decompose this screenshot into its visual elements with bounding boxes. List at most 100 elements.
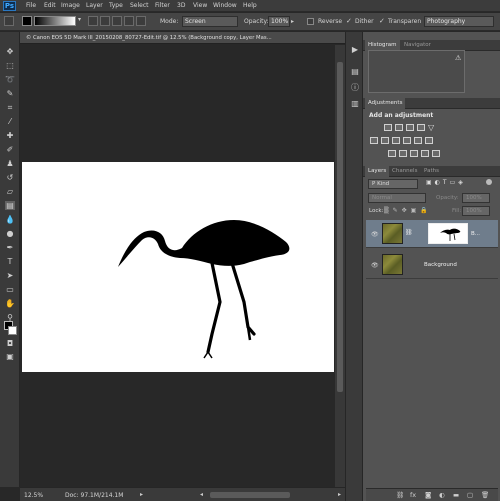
- curves-icon[interactable]: [406, 124, 414, 131]
- gradient-preview[interactable]: [34, 16, 76, 26]
- brush-tool-icon[interactable]: ✐: [5, 145, 15, 154]
- gradient-dropdown-icon[interactable]: ▾: [78, 16, 81, 23]
- tab-paths[interactable]: Paths: [421, 166, 442, 177]
- blend-mode-select[interactable]: Normal: [368, 193, 426, 203]
- menu-3d[interactable]: 3D: [177, 2, 185, 9]
- warning-icon[interactable]: ⚠: [455, 54, 461, 62]
- radial-gradient-icon[interactable]: [100, 16, 110, 26]
- invert-icon[interactable]: [388, 150, 396, 157]
- marquee-tool-icon[interactable]: ⬚: [5, 61, 15, 70]
- lasso-tool-icon[interactable]: ➰: [5, 75, 15, 84]
- gradient-map-icon[interactable]: [421, 150, 429, 157]
- healing-brush-tool-icon[interactable]: ✚: [5, 131, 15, 140]
- image-canvas[interactable]: [22, 162, 334, 372]
- levels-icon[interactable]: [395, 124, 403, 131]
- layer-name[interactable]: Background: [424, 262, 457, 268]
- threshold-icon[interactable]: [410, 150, 418, 157]
- layer-row-background[interactable]: 👁 Background: [366, 251, 498, 279]
- menu-type[interactable]: Type: [109, 2, 123, 9]
- posterize-icon[interactable]: [399, 150, 407, 157]
- menu-file[interactable]: File: [26, 2, 36, 9]
- lock-icons[interactable]: ▒✎✥▣🔒: [384, 207, 432, 214]
- new-group-icon[interactable]: ▬: [453, 491, 459, 499]
- eraser-tool-icon[interactable]: ▱: [5, 187, 15, 196]
- add-mask-icon[interactable]: ◙: [425, 491, 431, 499]
- layer-mask-thumbnail[interactable]: [428, 223, 468, 244]
- menu-window[interactable]: Window: [213, 2, 237, 9]
- menu-image[interactable]: Image: [61, 2, 80, 9]
- vertical-scroll-thumb[interactable]: [337, 62, 343, 392]
- screen-mode-icon[interactable]: ▣: [5, 352, 15, 361]
- tab-layers[interactable]: Layers: [365, 166, 390, 177]
- scroll-right-icon[interactable]: ▸: [338, 491, 341, 498]
- background-color-swatch[interactable]: [8, 326, 17, 335]
- rectangle-tool-icon[interactable]: ▭: [5, 285, 15, 294]
- dodge-tool-icon[interactable]: ●: [5, 229, 15, 238]
- play-icon[interactable]: ▶: [349, 44, 361, 56]
- menu-select[interactable]: Select: [130, 2, 149, 9]
- layer-style-icon[interactable]: fx: [410, 491, 416, 499]
- menu-help[interactable]: Help: [243, 2, 257, 9]
- color-lookup-icon[interactable]: [425, 137, 433, 144]
- pen-tool-icon[interactable]: ✒: [5, 243, 15, 252]
- reflected-gradient-icon[interactable]: [124, 16, 134, 26]
- menu-layer[interactable]: Layer: [86, 2, 103, 9]
- tab-channels[interactable]: Channels: [389, 166, 420, 177]
- exposure-icon[interactable]: [417, 124, 425, 131]
- selective-color-icon[interactable]: [432, 150, 440, 157]
- opacity-dropdown-icon[interactable]: ▸: [291, 18, 294, 25]
- filter-toggle-icon[interactable]: [486, 179, 492, 185]
- dither-checkbox[interactable]: ✓: [346, 17, 352, 25]
- hue-saturation-icon[interactable]: [370, 137, 378, 144]
- menu-edit[interactable]: Edit: [44, 2, 56, 9]
- menu-filter[interactable]: Filter: [155, 2, 170, 9]
- brightness-contrast-icon[interactable]: [384, 124, 392, 131]
- channel-mixer-icon[interactable]: [414, 137, 422, 144]
- eye-icon[interactable]: 👁: [371, 231, 379, 238]
- zoom-level[interactable]: 12.5%: [24, 492, 43, 499]
- horizontal-scroll-thumb[interactable]: [210, 492, 290, 498]
- scroll-left-icon[interactable]: ◂: [200, 491, 203, 498]
- fill-input[interactable]: 100%: [462, 206, 490, 216]
- type-tool-icon[interactable]: T: [5, 257, 15, 266]
- layer-opacity-input[interactable]: 100%: [462, 193, 490, 203]
- foreground-swatch[interactable]: [22, 16, 32, 26]
- crop-tool-icon[interactable]: ⌗: [5, 103, 15, 112]
- new-layer-icon[interactable]: ▢: [467, 491, 473, 499]
- chain-link-icon[interactable]: ⛓: [405, 229, 413, 236]
- gradient-tool-icon[interactable]: [4, 16, 14, 26]
- link-layers-icon[interactable]: ⛓: [396, 491, 404, 499]
- quick-mask-icon[interactable]: ◘: [5, 339, 15, 348]
- vertical-scrollbar[interactable]: [335, 45, 345, 487]
- status-menu-icon[interactable]: ▸: [140, 491, 143, 498]
- layer-row-background-copy[interactable]: 👁 ⛓ B...: [366, 220, 498, 248]
- vibrance-icon[interactable]: ▽: [428, 123, 434, 132]
- history-icon[interactable]: ▤: [349, 66, 361, 78]
- delete-layer-icon[interactable]: 🗑: [481, 491, 489, 499]
- eye-icon[interactable]: 👁: [371, 262, 379, 269]
- clone-stamp-tool-icon[interactable]: ♟: [5, 159, 15, 168]
- opacity-input[interactable]: 100%: [268, 16, 290, 27]
- layer-filter-select[interactable]: P Kind: [368, 179, 418, 189]
- menu-view[interactable]: View: [193, 2, 207, 9]
- mode-select[interactable]: Screen: [182, 16, 238, 27]
- linear-gradient-icon[interactable]: [88, 16, 98, 26]
- tab-adjustments[interactable]: Adjustments: [365, 98, 406, 109]
- reverse-checkbox[interactable]: [307, 18, 314, 25]
- history-brush-tool-icon[interactable]: ↺: [5, 173, 15, 182]
- quick-selection-tool-icon[interactable]: ✎: [5, 89, 15, 98]
- document-tab[interactable]: © Canon EOS 5D Mark III_20150208_80727-E…: [20, 32, 345, 44]
- angle-gradient-icon[interactable]: [112, 16, 122, 26]
- adjustment-layer-icon[interactable]: ◐: [439, 491, 445, 499]
- info-icon[interactable]: ⓘ: [349, 82, 361, 94]
- workspace-select[interactable]: Photography: [424, 16, 494, 27]
- move-tool-icon[interactable]: ✥: [5, 47, 15, 56]
- eyedropper-tool-icon[interactable]: ⁄: [5, 117, 15, 126]
- black-white-icon[interactable]: [392, 137, 400, 144]
- diamond-gradient-icon[interactable]: [136, 16, 146, 26]
- photo-filter-icon[interactable]: [403, 137, 411, 144]
- gradient-tool-icon[interactable]: ▤: [5, 201, 15, 210]
- blur-tool-icon[interactable]: 💧: [5, 215, 15, 224]
- layer-name[interactable]: B...: [471, 231, 480, 237]
- path-selection-tool-icon[interactable]: ➤: [5, 271, 15, 280]
